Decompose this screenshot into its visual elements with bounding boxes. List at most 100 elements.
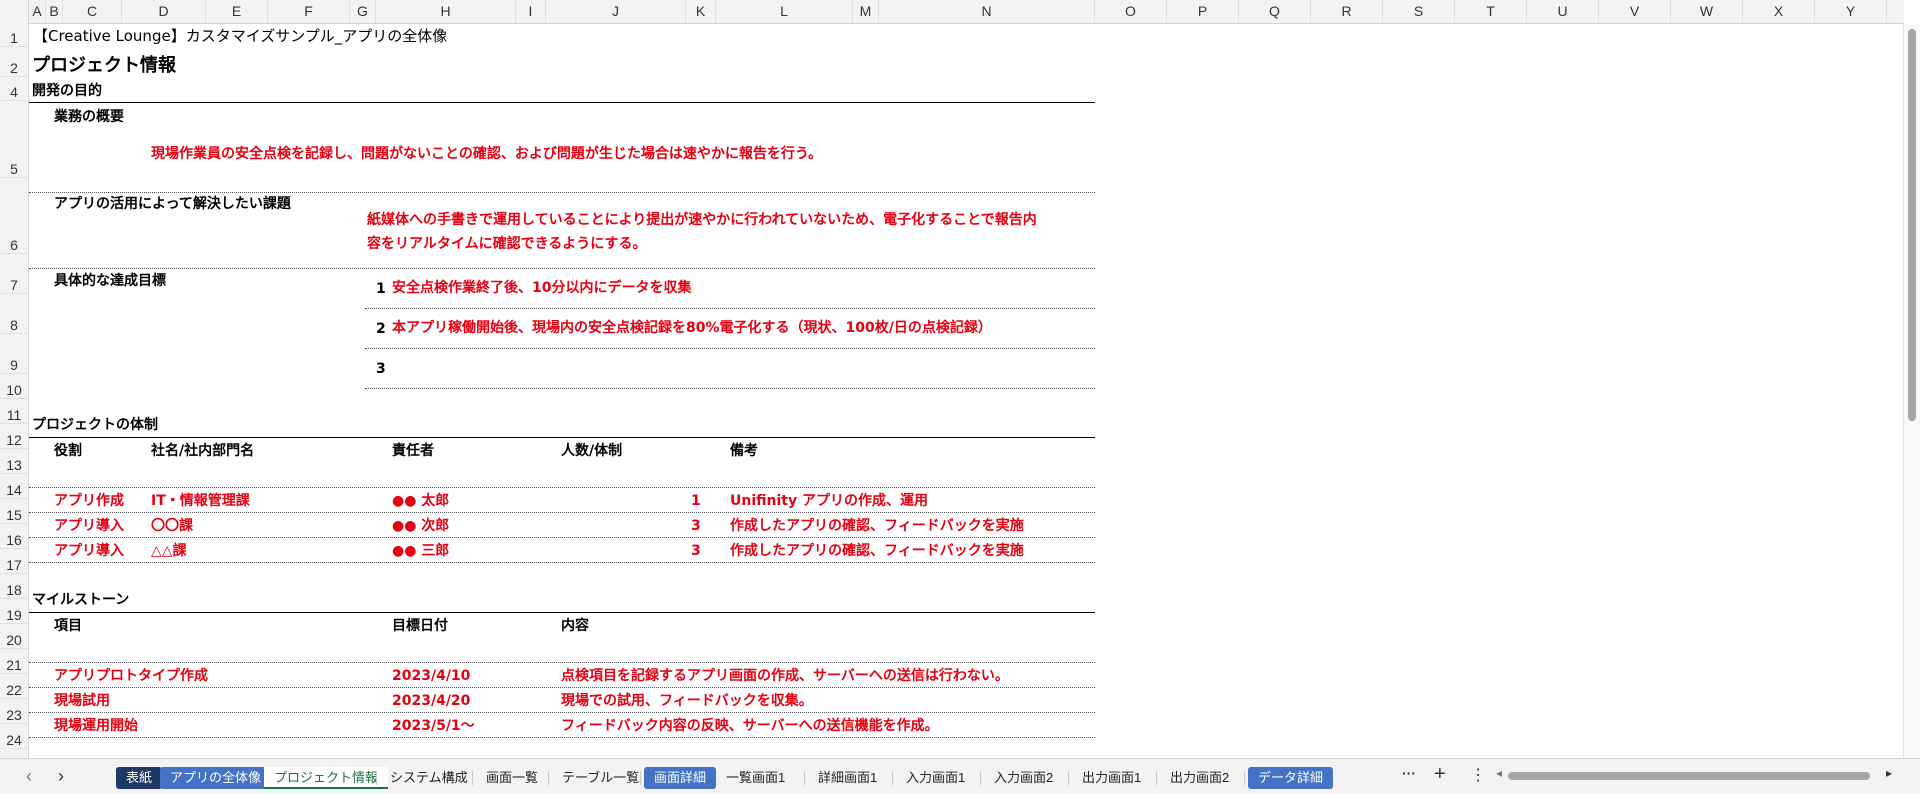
row-header-8[interactable]: 8 (0, 294, 28, 334)
section-rule (29, 612, 1095, 613)
next-sheet-icon[interactable]: › (58, 766, 64, 787)
sheet-tab[interactable]: 詳細画面1 (808, 767, 887, 789)
column-header-c[interactable]: C (63, 0, 122, 23)
team-note: 作成したアプリの確認、フィードバックを実施 (730, 518, 1024, 534)
milestone-content: 点検項目を記録するアプリ画面の作成、サーバーへの送信は行わない。 (561, 668, 1009, 684)
tab-separator (376, 771, 377, 785)
column-header-a[interactable]: A (29, 0, 46, 23)
row-header-23[interactable]: 23 (0, 699, 28, 724)
more-sheets-icon[interactable]: ··· (1402, 765, 1416, 781)
scroll-right-icon[interactable]: ▸ (1886, 766, 1892, 780)
row-header-19[interactable]: 19 (0, 599, 28, 624)
issue-label: アプリの活用によって解決したい課題 (54, 196, 291, 212)
team-owner: ●● 三郎 (392, 543, 450, 559)
row-header-7[interactable]: 7 (0, 254, 28, 294)
team-org: △△課 (151, 543, 187, 559)
sheet-menu-icon[interactable]: ⋮ (1470, 765, 1486, 785)
issue-text-line2: 容をリアルタイムに確認できるようにする。 (367, 236, 647, 252)
divider (29, 562, 1095, 563)
sheet-tab[interactable]: 出力画面1 (1072, 767, 1151, 789)
horizontal-scroll-thumb[interactable] (1508, 772, 1870, 780)
team-count: 3 (691, 543, 701, 559)
row-header-21[interactable]: 21 (0, 649, 28, 674)
row-header-24[interactable]: 24 (0, 724, 28, 749)
column-header-y[interactable]: Y (1815, 0, 1887, 23)
row-header-9[interactable]: 9 (0, 334, 28, 374)
milestone-content: 現場での試用、フィードバックを収集。 (561, 693, 813, 709)
row-header-16[interactable]: 16 (0, 524, 28, 549)
column-header-l[interactable]: L (716, 0, 853, 23)
row-header-22[interactable]: 22 (0, 674, 28, 699)
row-header-4[interactable]: 4 (0, 77, 28, 101)
team-note: Unifinity アプリの作成、運用 (730, 493, 928, 509)
tab-separator (804, 771, 805, 785)
sheet-tab[interactable]: 入力画面1 (896, 767, 975, 789)
row-header-14[interactable]: 14 (0, 474, 28, 499)
row-header-11[interactable]: 11 (0, 399, 28, 424)
sheet-tab[interactable]: 出力画面2 (1160, 767, 1239, 789)
sheet-tab[interactable]: テーブル一覧 (552, 767, 649, 789)
row-header-2[interactable]: 2 (0, 47, 28, 77)
column-header-w[interactable]: W (1671, 0, 1743, 23)
team-header-org: 社名/社内部門名 (151, 443, 255, 459)
add-sheet-icon[interactable]: + (1434, 763, 1446, 786)
team-note: 作成したアプリの確認、フィードバックを実施 (730, 543, 1024, 559)
vertical-scroll-thumb[interactable] (1908, 29, 1916, 421)
horizontal-scrollbar[interactable]: ◂ ▸ (1496, 766, 1896, 781)
divider (29, 192, 1095, 193)
milestone-item: 現場試用 (54, 693, 110, 709)
milestone-item: 現場運用開始 (54, 718, 138, 734)
row-header-18[interactable]: 18 (0, 574, 28, 599)
column-header-x[interactable]: X (1743, 0, 1815, 23)
column-header-r[interactable]: R (1311, 0, 1383, 23)
divider (365, 388, 1095, 389)
column-header-f[interactable]: F (268, 0, 350, 23)
column-header-k[interactable]: K (686, 0, 716, 23)
vertical-scrollbar[interactable] (1903, 23, 1920, 758)
tab-separator (892, 771, 893, 785)
prev-sheet-icon[interactable]: ‹ (26, 766, 32, 787)
column-header-n[interactable]: N (879, 0, 1095, 23)
select-all-corner[interactable] (0, 0, 29, 23)
column-header-h[interactable]: H (376, 0, 516, 23)
row-header-20[interactable]: 20 (0, 624, 28, 649)
row-header-17[interactable]: 17 (0, 549, 28, 574)
row-header-10[interactable]: 10 (0, 374, 28, 399)
column-header-o[interactable]: O (1095, 0, 1167, 23)
tab-separator (1068, 771, 1069, 785)
column-header-t[interactable]: T (1455, 0, 1527, 23)
column-header-v[interactable]: V (1599, 0, 1671, 23)
column-header-j[interactable]: J (546, 0, 686, 23)
tab-separator (1244, 771, 1245, 785)
column-header-b[interactable]: B (46, 0, 63, 23)
column-header-e[interactable]: E (206, 0, 268, 23)
column-header-i[interactable]: I (516, 0, 546, 23)
row-header-6[interactable]: 6 (0, 178, 28, 254)
column-header-m[interactable]: M (853, 0, 879, 23)
sheet-tab[interactable]: データ詳細 (1248, 767, 1334, 789)
sheet-tab[interactable]: プロジェクト情報 (264, 767, 389, 789)
scroll-left-icon[interactable]: ◂ (1496, 766, 1502, 780)
team-header-owner: 責任者 (392, 443, 434, 459)
goal-text: 安全点検作業終了後、10分以内にデータを収集 (392, 280, 692, 296)
column-header-g[interactable]: G (350, 0, 376, 23)
sheet-tab[interactable]: システム構成 (380, 767, 478, 789)
sheet-tab[interactable]: 入力画面2 (984, 767, 1063, 789)
sheet-tab[interactable]: 表紙 (116, 767, 163, 789)
sheet-tab[interactable]: 一覧画面1 (716, 767, 795, 789)
column-header-d[interactable]: D (122, 0, 206, 23)
sheet-tab[interactable]: アプリの全体像 (160, 767, 272, 789)
column-header-p[interactable]: P (1167, 0, 1239, 23)
row-header-12[interactable]: 12 (0, 424, 28, 449)
row-header-5[interactable]: 5 (0, 101, 28, 178)
column-header-s[interactable]: S (1383, 0, 1455, 23)
row-header-15[interactable]: 15 (0, 499, 28, 524)
divider (365, 348, 1095, 349)
column-header-u[interactable]: U (1527, 0, 1599, 23)
sheet-tab[interactable]: 画面詳細 (644, 767, 717, 789)
sheet-grid[interactable]: 【Creative Lounge】カスタマイズサンプル_アプリの全体像 プロジェ… (29, 24, 1904, 758)
sheet-tab[interactable]: 画面一覧 (476, 767, 548, 789)
row-header-13[interactable]: 13 (0, 449, 28, 474)
column-header-q[interactable]: Q (1239, 0, 1311, 23)
row-header-1[interactable]: 1 (0, 23, 28, 47)
